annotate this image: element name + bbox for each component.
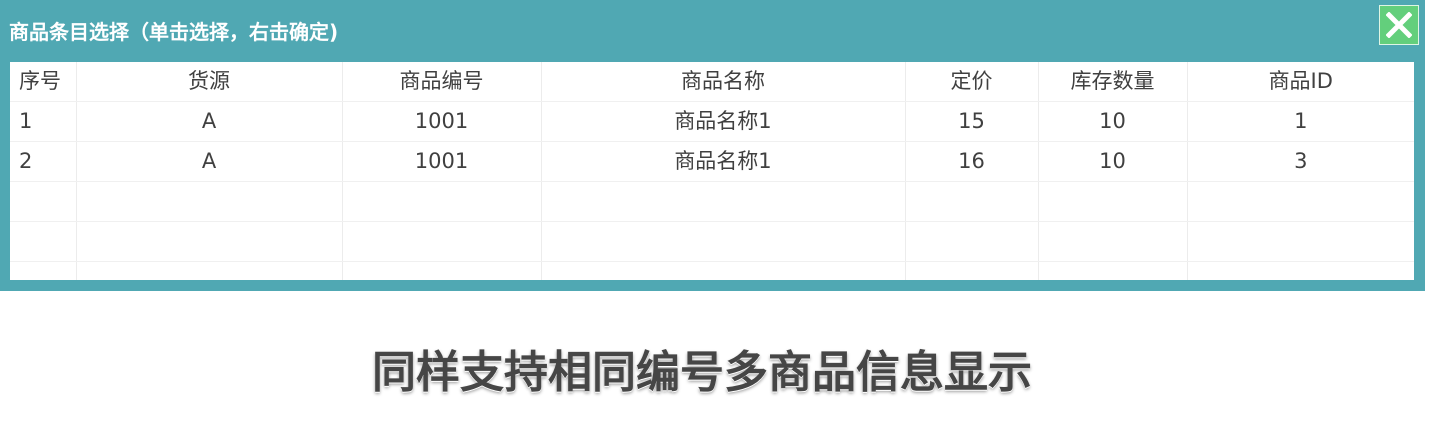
product-grid[interactable]: 序号 货源 商品编号 商品名称 定价 库存数量 商品ID 1 A 1001 商品…: [10, 62, 1414, 280]
close-icon: [1386, 12, 1412, 38]
close-button[interactable]: [1379, 5, 1419, 45]
column-header-price[interactable]: 定价: [905, 62, 1039, 102]
feature-caption: 同样支持相同编号多商品信息显示: [372, 347, 1032, 398]
product-selection-dialog: 商品条目选择（单击选择，右击确定) 序号 货源 商品编号 商品名称 定价 库存数…: [0, 0, 1425, 291]
table-row[interactable]: 2 A 1001 商品名称1 16 10 3: [10, 141, 1414, 182]
product-table: 序号 货源 商品编号 商品名称 定价 库存数量 商品ID 1 A 1001 商品…: [10, 62, 1414, 280]
cell-product-id[interactable]: 1: [1187, 101, 1414, 142]
cell-product-id[interactable]: 3: [1187, 141, 1414, 182]
cell-product-code[interactable]: 1001: [342, 101, 542, 142]
column-header-product-name[interactable]: 商品名称: [541, 62, 906, 102]
dialog-titlebar: 商品条目选择（单击选择，右击确定): [0, 0, 1425, 62]
column-header-product-code[interactable]: 商品编号: [342, 62, 542, 102]
empty-table-row: [10, 261, 1414, 280]
cell-stock[interactable]: 10: [1038, 141, 1188, 182]
cell-product-name[interactable]: 商品名称1: [541, 101, 906, 142]
column-header-index[interactable]: 序号: [10, 62, 77, 102]
empty-table-row: [10, 221, 1414, 262]
cell-stock[interactable]: 10: [1038, 101, 1188, 142]
cell-source[interactable]: A: [76, 141, 343, 182]
cell-price[interactable]: 15: [905, 101, 1039, 142]
cell-index[interactable]: 1: [10, 101, 77, 142]
empty-table-row: [10, 181, 1414, 222]
table-header-row: 序号 货源 商品编号 商品名称 定价 库存数量 商品ID: [10, 62, 1414, 102]
dialog-title: 商品条目选择（单击选择，右击确定): [9, 20, 339, 44]
cell-source[interactable]: A: [76, 101, 343, 142]
column-header-source[interactable]: 货源: [76, 62, 343, 102]
cell-index[interactable]: 2: [10, 141, 77, 182]
cell-product-code[interactable]: 1001: [342, 141, 542, 182]
column-header-product-id[interactable]: 商品ID: [1187, 62, 1414, 102]
column-header-stock[interactable]: 库存数量: [1038, 62, 1188, 102]
cell-price[interactable]: 16: [905, 141, 1039, 182]
cell-product-name[interactable]: 商品名称1: [541, 141, 906, 182]
table-row[interactable]: 1 A 1001 商品名称1 15 10 1: [10, 101, 1414, 142]
